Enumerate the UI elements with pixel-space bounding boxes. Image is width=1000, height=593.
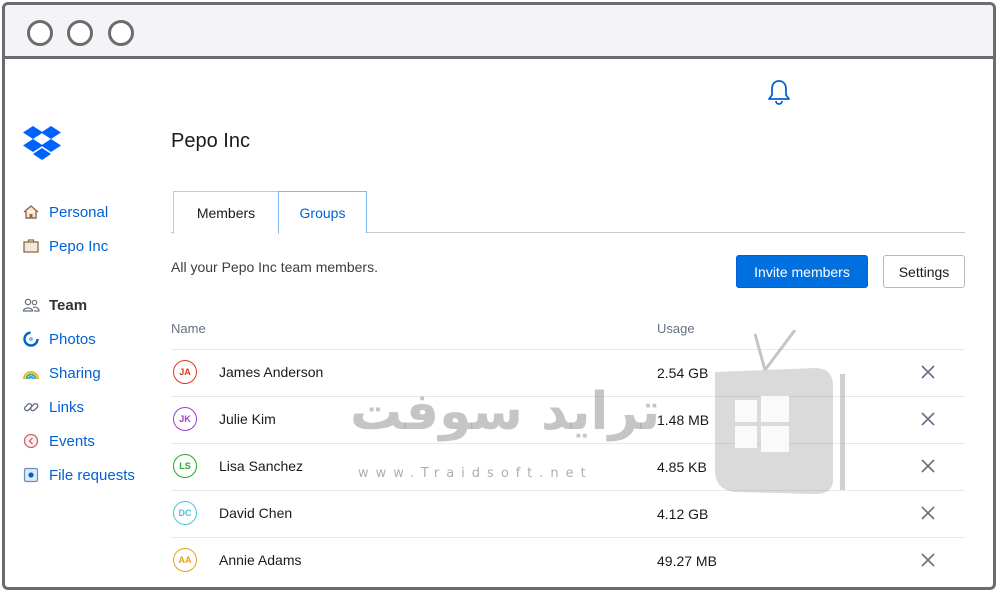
team-icon (22, 298, 40, 312)
dropbox-logo-icon[interactable] (22, 122, 62, 162)
member-name[interactable]: Julie Kim (219, 411, 276, 427)
sidebar-item-sharing[interactable]: Sharing (22, 362, 162, 384)
window-control-dot[interactable] (67, 20, 93, 46)
member-usage: 4.85 KB (657, 459, 707, 475)
sidebar-item-file-requests[interactable]: File requests (22, 464, 162, 486)
member-name[interactable]: Annie Adams (219, 552, 302, 568)
sidebar-item-photos[interactable]: Photos (22, 328, 162, 350)
table-row[interactable]: AA Annie Adams 49.27 MB (171, 538, 965, 584)
sidebar-item-personal[interactable]: Personal (22, 201, 162, 223)
remove-member-icon[interactable] (919, 410, 937, 428)
photos-icon (23, 331, 39, 347)
tab-groups[interactable]: Groups (278, 191, 367, 233)
link-icon (23, 402, 39, 412)
table-row[interactable]: JA James Anderson 2.54 GB (171, 350, 965, 396)
table-row[interactable]: JK Julie Kim 1.48 MB (171, 397, 965, 443)
page-title: Pepo Inc (171, 130, 250, 152)
member-name[interactable]: James Anderson (219, 364, 323, 380)
sidebar-item-label: Links (49, 398, 85, 416)
avatar: AA (173, 548, 197, 572)
member-usage: 1.48 MB (657, 412, 710, 428)
window-control-dot[interactable] (108, 20, 134, 46)
member-usage: 4.12 GB (657, 506, 709, 522)
avatar: JK (173, 407, 197, 431)
title-bar (5, 5, 993, 59)
avatar: JA (173, 360, 197, 384)
sidebar-item-label: Sharing (49, 364, 101, 382)
member-name[interactable]: David Chen (219, 505, 292, 521)
sidebar-item-label: Team (49, 296, 88, 314)
member-usage: 2.54 GB (657, 365, 709, 381)
sidebar-item-pepo-inc[interactable]: Pepo Inc (22, 235, 162, 257)
bell-icon[interactable] (766, 78, 792, 106)
sidebar-item-label: Personal (49, 203, 109, 221)
tab-bar: Members Groups (171, 191, 965, 234)
avatar: DC (173, 501, 197, 525)
remove-member-icon[interactable] (919, 551, 937, 569)
avatar: LS (173, 454, 197, 478)
team-description: All your Pepo Inc team members. (171, 259, 378, 275)
sidebar-item-label: Events (49, 432, 95, 450)
home-icon (23, 205, 39, 219)
column-header-usage[interactable]: Usage (657, 321, 695, 336)
sharing-icon (23, 371, 39, 380)
invite-members-button[interactable]: Invite members (736, 255, 868, 288)
sidebar-item-links[interactable]: Links (22, 396, 162, 418)
remove-member-icon[interactable] (919, 363, 937, 381)
sidebar-item-label: File requests (49, 466, 135, 484)
briefcase-icon (23, 239, 39, 253)
file-request-icon (23, 467, 39, 483)
member-name[interactable]: Lisa Sanchez (219, 458, 303, 474)
tab-members[interactable]: Members (173, 191, 279, 234)
remove-member-icon[interactable] (919, 457, 937, 475)
sidebar-item-events[interactable]: Events (22, 430, 162, 452)
events-icon (23, 433, 39, 449)
sidebar-item-team[interactable]: Team (22, 294, 162, 316)
table-row[interactable]: LS Lisa Sanchez 4.85 KB (171, 444, 965, 490)
member-usage: 49.27 MB (657, 553, 717, 569)
settings-button[interactable]: Settings (883, 255, 965, 288)
sidebar-item-label: Photos (49, 330, 96, 348)
window-control-dot[interactable] (27, 20, 53, 46)
remove-member-icon[interactable] (919, 504, 937, 522)
column-header-name[interactable]: Name (171, 321, 206, 336)
table-row[interactable]: DC David Chen 4.12 GB (171, 491, 965, 537)
sidebar-item-label: Pepo Inc (49, 237, 109, 255)
